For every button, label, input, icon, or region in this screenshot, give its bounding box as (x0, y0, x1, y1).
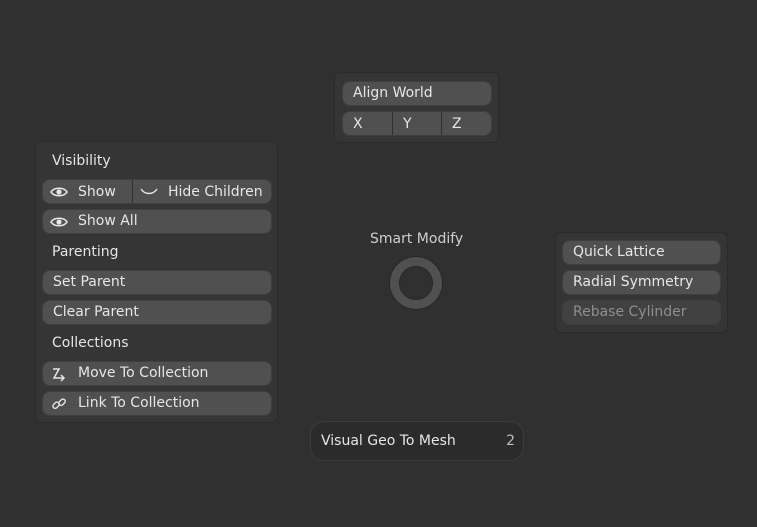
show-all-button[interactable]: Show All (42, 209, 272, 234)
visual-geo-to-mesh-button[interactable]: Visual Geo To Mesh 2 (310, 421, 524, 461)
clear-parent-button[interactable]: Clear Parent (42, 300, 272, 325)
show-hide-segment: Show Hide Children (42, 179, 272, 204)
rebase-cylinder-button: Rebase Cylinder (562, 300, 721, 325)
pie-menu-title: Smart Modify (370, 231, 464, 247)
axis-y-button[interactable]: Y (392, 112, 441, 135)
radial-symmetry-button[interactable]: Radial Symmetry (562, 270, 721, 295)
radial-symmetry-label: Radial Symmetry (573, 274, 694, 290)
move-arrow-icon (49, 366, 69, 382)
link-to-collection-button[interactable]: Link To Collection (42, 391, 272, 416)
link-to-collection-label: Link To Collection (78, 395, 200, 411)
closed-eye-icon (139, 187, 159, 197)
axis-z-label: Z (452, 115, 462, 132)
visibility-heading: Visibility (52, 153, 111, 169)
axis-z-button[interactable]: Z (441, 112, 491, 135)
clear-parent-label: Clear Parent (53, 304, 139, 320)
axis-x-button[interactable]: X (343, 112, 392, 135)
link-icon (49, 396, 69, 412)
visual-geo-to-mesh-label: Visual Geo To Mesh (321, 433, 456, 449)
hide-children-label: Hide Children (168, 183, 263, 200)
eye-icon (49, 216, 69, 228)
eye-icon (49, 186, 69, 198)
set-parent-button[interactable]: Set Parent (42, 270, 272, 295)
align-world-label: Align World (353, 85, 433, 101)
move-to-collection-button[interactable]: Move To Collection (42, 361, 272, 386)
show-button[interactable]: Show (43, 180, 132, 203)
align-world-panel: Align World X Y Z (334, 72, 499, 143)
hide-children-button[interactable]: Hide Children (132, 180, 271, 203)
collections-heading: Collections (52, 335, 129, 351)
rebase-cylinder-label: Rebase Cylinder (573, 304, 687, 320)
quick-lattice-label: Quick Lattice (573, 244, 665, 260)
align-world-button[interactable]: Align World (342, 81, 492, 106)
axis-y-label: Y (403, 115, 412, 132)
shortcut-number: 2 (506, 433, 515, 449)
parenting-heading: Parenting (52, 244, 119, 260)
quick-lattice-button[interactable]: Quick Lattice (562, 240, 721, 265)
object-panel: Visibility Show Hide Children Show All P… (35, 141, 278, 423)
show-label: Show (78, 183, 116, 200)
modify-panel: Quick Lattice Radial Symmetry Rebase Cyl… (555, 232, 728, 333)
set-parent-label: Set Parent (53, 274, 126, 290)
pie-menu-center (390, 257, 442, 309)
axis-segment: X Y Z (342, 111, 492, 136)
show-all-label: Show All (78, 213, 138, 229)
axis-x-label: X (353, 115, 363, 132)
move-to-collection-label: Move To Collection (78, 365, 209, 381)
